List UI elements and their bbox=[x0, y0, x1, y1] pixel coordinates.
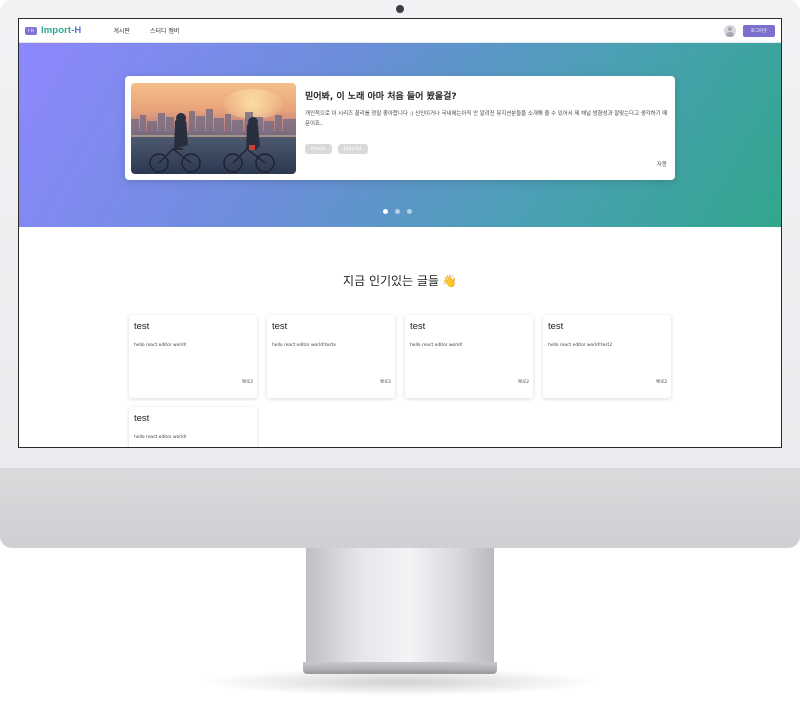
popular-heading-text: 지금 인기있는 글들 bbox=[343, 274, 439, 288]
logo-mark-icon: I-H bbox=[25, 26, 37, 35]
featured-post-tags: music playlist bbox=[305, 144, 374, 154]
post-body: hello react editor world!test2 bbox=[548, 343, 613, 348]
nav-item-study-members[interactable]: 스터디 멤버 bbox=[150, 26, 180, 35]
monitor-stand bbox=[306, 548, 494, 664]
post-body: hello react editor world! bbox=[410, 343, 463, 348]
tag-music[interactable]: music bbox=[305, 144, 332, 154]
post-card[interactable]: test hello react editor world!test2 뽀로2 bbox=[543, 315, 671, 398]
logout-button[interactable]: 로그아웃 bbox=[743, 24, 775, 37]
post-card[interactable]: test hello react editor world! 뽀로2 bbox=[129, 315, 257, 398]
post-body: hello react editor world! bbox=[134, 435, 187, 440]
logo-text-main: Import bbox=[41, 25, 72, 36]
post-author: 뽀로2 bbox=[242, 380, 253, 385]
floor-shadow bbox=[200, 668, 600, 696]
nav-right: 로그아웃 bbox=[724, 24, 775, 37]
featured-post-title[interactable]: 믿어봐, 이 노래 아마 처음 들어 봤을걸? bbox=[305, 89, 457, 102]
logo-text-suffix: -H bbox=[71, 25, 82, 36]
featured-post-card[interactable]: 믿어봐, 이 노래 아마 처음 들어 봤을걸? 개인적으로 이 시리즈 꼴리를 … bbox=[125, 76, 675, 180]
cyclists-illustration bbox=[149, 113, 275, 173]
logo[interactable]: I-H Import-H bbox=[25, 25, 81, 36]
post-title: test bbox=[410, 321, 426, 332]
post-author: 뽀로2 bbox=[380, 380, 391, 385]
post-title: test bbox=[272, 321, 288, 332]
post-title: test bbox=[134, 321, 150, 332]
post-body: hello react editor world!testx bbox=[272, 343, 336, 348]
post-author: 뽀로2 bbox=[518, 380, 529, 385]
featured-post-image bbox=[131, 83, 296, 174]
post-title: test bbox=[548, 321, 564, 332]
hero-banner: 믿어봐, 이 노래 아마 처음 들어 봤을걸? 개인적으로 이 시리즈 꼴리를 … bbox=[19, 43, 781, 227]
nav-item-board[interactable]: 게시판 bbox=[113, 26, 130, 35]
monitor-frame: I-H Import-H 게시판 스터디 멤버 로그아웃 믿어봐, 이 노래 아… bbox=[0, 0, 800, 548]
popular-section-heading: 지금 인기있는 글들 👋 bbox=[19, 272, 781, 289]
featured-post-description: 개인적으로 이 시리즈 꼴리를 정말 좋아합니다 :) 신인이거나 국내에는아직… bbox=[305, 111, 668, 127]
carousel-dot-2[interactable] bbox=[395, 209, 400, 214]
screen: I-H Import-H 게시판 스터디 멤버 로그아웃 믿어봐, 이 노래 아… bbox=[18, 18, 782, 448]
camera-dot bbox=[396, 5, 404, 13]
carousel-dot-1[interactable] bbox=[383, 209, 388, 214]
waving-hand-icon: 👋 bbox=[442, 274, 457, 288]
carousel-dot-3[interactable] bbox=[407, 209, 412, 214]
monitor-chin bbox=[0, 468, 800, 548]
featured-post-author: 자몽 bbox=[656, 162, 667, 168]
carousel-dots bbox=[383, 209, 419, 214]
post-title: test bbox=[134, 413, 150, 424]
avatar-icon[interactable] bbox=[724, 24, 736, 37]
post-card[interactable]: test hello react editor world!testx 뽀로2 bbox=[267, 315, 395, 398]
post-author: 뽀로2 bbox=[656, 380, 667, 385]
post-body: hello react editor world! bbox=[134, 343, 187, 348]
tag-playlist[interactable]: playlist bbox=[337, 144, 368, 154]
post-card[interactable]: test hello react editor world! 뽀로2 bbox=[405, 315, 533, 398]
post-card[interactable]: test hello react editor world! bbox=[129, 407, 257, 447]
navbar: I-H Import-H 게시판 스터디 멤버 로그아웃 bbox=[19, 19, 781, 43]
logo-text: Import-H bbox=[41, 25, 81, 36]
